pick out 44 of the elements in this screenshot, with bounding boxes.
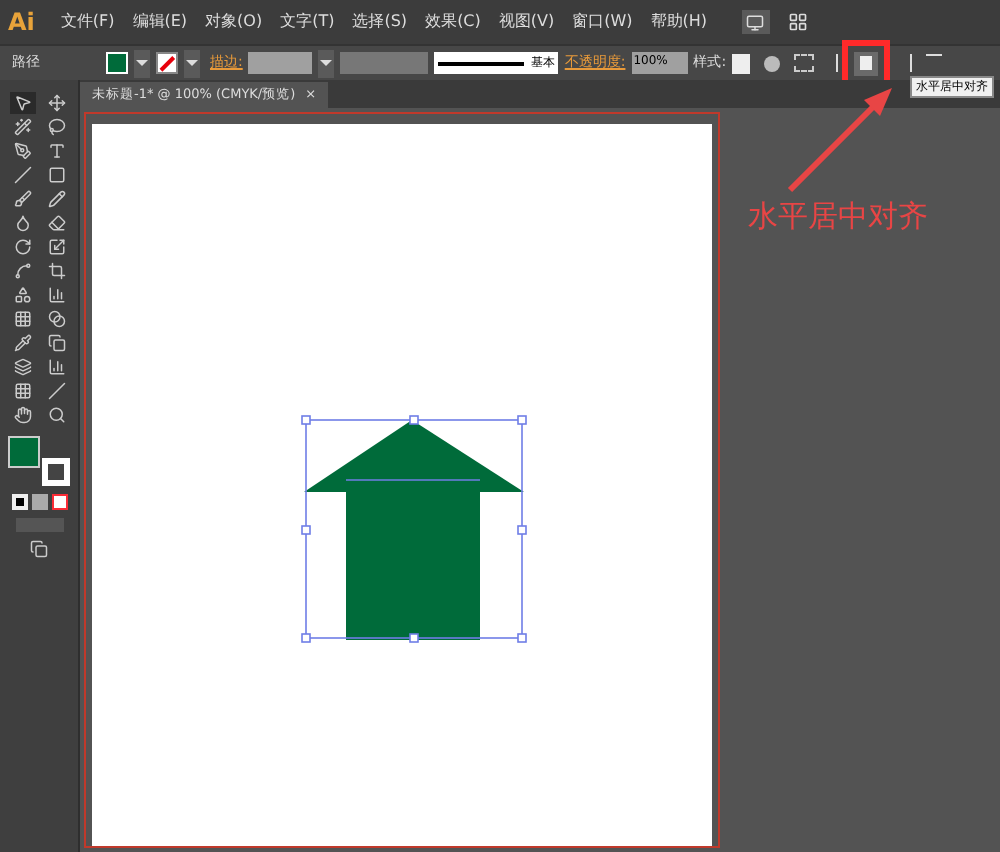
- tool-icon[interactable]: [9, 356, 35, 378]
- menu-item[interactable]: 对象(O): [205, 10, 263, 34]
- style-swatch[interactable]: [732, 53, 751, 73]
- stroke-color-swatch[interactable]: [41, 458, 69, 486]
- tool-icon[interactable]: [43, 332, 69, 354]
- menu-item[interactable]: 窗口(W): [572, 10, 633, 34]
- bridge-icon[interactable]: [741, 10, 770, 34]
- stroke-swatch[interactable]: [156, 52, 178, 74]
- fill-swatch[interactable]: [106, 52, 128, 74]
- tool-icon[interactable]: [43, 116, 69, 138]
- align-to-icon[interactable]: [794, 54, 815, 72]
- tool-icon[interactable]: [43, 92, 69, 114]
- tool-icon[interactable]: [43, 260, 69, 282]
- tool-icon[interactable]: [43, 212, 69, 234]
- tool-icon[interactable]: [9, 188, 35, 210]
- align-center-button[interactable]: [854, 51, 879, 75]
- gradient-mode-icon[interactable]: [31, 494, 47, 510]
- tool-icon[interactable]: [9, 164, 35, 186]
- screen-mode-icon[interactable]: [30, 540, 48, 558]
- caret-icon: [184, 49, 200, 77]
- tool-icon[interactable]: [43, 380, 69, 402]
- menu-item[interactable]: 选择(S): [352, 10, 408, 34]
- menu-item[interactable]: 帮助(H): [650, 10, 708, 34]
- tool-icon[interactable]: [43, 188, 69, 210]
- menu-item[interactable]: 文件(F): [60, 10, 115, 34]
- menu-item[interactable]: 文字(T): [280, 10, 335, 34]
- stroke-weight-field[interactable]: [248, 52, 313, 74]
- menu-item[interactable]: 效果(C): [425, 10, 481, 34]
- none-mode-icon[interactable]: [51, 494, 67, 510]
- menu-item[interactable]: 编辑(E): [132, 10, 188, 34]
- tool-icon[interactable]: [9, 116, 35, 138]
- tool-icon[interactable]: [9, 404, 35, 426]
- app-logo: Ai: [8, 6, 35, 40]
- color-mode-icon[interactable]: [11, 494, 27, 510]
- caret-icon: [318, 49, 335, 77]
- tool-icon[interactable]: [9, 92, 35, 114]
- caret-icon: [134, 49, 150, 77]
- recolor-icon[interactable]: [764, 55, 781, 71]
- menu-item[interactable]: 视图(V): [498, 10, 555, 34]
- annotation-text: 水平居中对齐: [748, 196, 928, 238]
- tool-icon[interactable]: [43, 308, 69, 330]
- tool-icon[interactable]: [9, 140, 35, 162]
- fill-color-swatch[interactable]: [7, 436, 39, 468]
- annotation-arrow: [787, 88, 892, 193]
